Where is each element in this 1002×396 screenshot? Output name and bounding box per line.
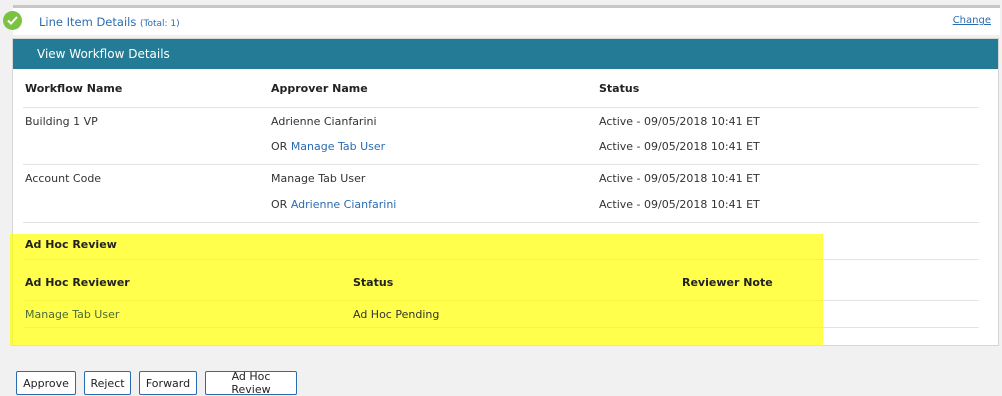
approve-button[interactable]: Approve [16,371,76,395]
adhoc-reviewer-link[interactable]: Manage Tab User [25,308,119,321]
col-head-reviewer-note: Reviewer Note [682,276,773,289]
col-head-adhoc-reviewer: Ad Hoc Reviewer [25,276,130,289]
reject-button[interactable]: Reject [84,371,131,395]
forward-button[interactable]: Forward [139,371,197,395]
adhoc-review-section: Ad Hoc Review Ad Hoc Reviewer Status Rev… [0,0,1002,393]
ad-hoc-review-button[interactable]: Ad Hoc Review [205,370,297,396]
adhoc-section-title: Ad Hoc Review [25,238,117,251]
col-head-adhoc-status: Status [353,276,394,289]
yellow-highlight [10,234,823,346]
adhoc-status-text: Ad Hoc Pending [353,308,440,321]
